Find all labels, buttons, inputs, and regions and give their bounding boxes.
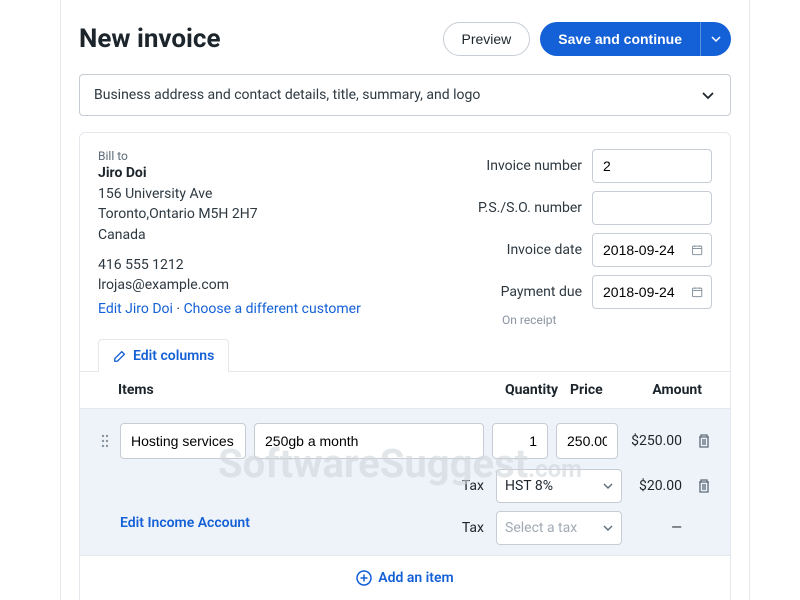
edit-columns-button[interactable]: Edit columns (98, 339, 229, 372)
th-quantity: Quantity (488, 382, 558, 398)
line-item-row: $250.00 (98, 423, 712, 459)
tax-label-2: Tax (98, 520, 488, 536)
calendar-icon (691, 243, 703, 257)
tax-select-2-placeholder: Select a tax (505, 520, 577, 536)
invoice-date-input[interactable] (592, 233, 712, 267)
page-title: New invoice (79, 24, 221, 54)
save-continue-button[interactable]: Save and continue (540, 22, 700, 56)
tax-label-1: Tax (98, 478, 488, 494)
payment-due-input[interactable] (592, 275, 712, 309)
chevron-down-icon (700, 87, 716, 103)
caret-down-icon (711, 34, 721, 44)
bill-to-name: Jiro Doi (98, 165, 372, 181)
expand-details-label: Business address and contact details, ti… (94, 87, 480, 103)
payment-due-label: Payment due (501, 284, 582, 300)
invoice-date-label: Invoice date (507, 242, 582, 258)
tax-select-1-value: HST 8% (505, 478, 553, 494)
drag-handle-icon[interactable] (98, 434, 112, 448)
bill-to-addr3: Canada (98, 225, 372, 245)
trash-icon[interactable] (696, 433, 712, 449)
add-item-button[interactable]: Add an item (80, 555, 730, 600)
item-price-input[interactable] (556, 423, 618, 459)
th-items: Items (98, 382, 488, 398)
payment-due-field[interactable] (603, 284, 691, 300)
save-dropdown-button[interactable] (700, 22, 731, 56)
on-receipt-hint: On receipt (502, 313, 712, 327)
plus-circle-icon (356, 570, 372, 586)
item-desc-input[interactable] (254, 423, 484, 459)
bill-to-label: Bill to (98, 149, 372, 163)
pso-number-input[interactable] (592, 191, 712, 225)
edit-customer-link[interactable]: Edit Jiro Doi (98, 301, 173, 317)
invoice-number-label: Invoice number (486, 158, 582, 174)
th-amount: Amount (620, 382, 712, 398)
pencil-icon (113, 349, 127, 363)
edit-columns-label: Edit columns (133, 348, 214, 364)
invoice-date-field[interactable] (603, 242, 691, 258)
pso-number-label: P.S./S.O. number (478, 200, 582, 216)
item-name-input[interactable] (120, 423, 246, 459)
tax-select-2[interactable]: Select a tax (496, 511, 622, 545)
invoice-number-input[interactable] (592, 149, 712, 183)
bill-to-phone: 416 555 1212 (98, 255, 372, 275)
item-amount: $250.00 (626, 433, 682, 449)
preview-button[interactable]: Preview (443, 22, 531, 56)
item-qty-input[interactable] (492, 423, 548, 459)
tax-2-amount: — (630, 520, 682, 536)
expand-details-bar[interactable]: Business address and contact details, ti… (79, 74, 731, 116)
caret-down-icon (603, 481, 613, 491)
bill-to-addr2: Toronto,Ontario M5H 2H7 (98, 204, 372, 224)
tax-select-1[interactable]: HST 8% (496, 469, 622, 503)
caret-down-icon (603, 523, 613, 533)
th-price: Price (558, 382, 620, 398)
add-item-label: Add an item (378, 570, 453, 586)
tax-1-amount: $20.00 (630, 478, 682, 494)
choose-customer-link[interactable]: Choose a different customer (184, 301, 361, 317)
trash-icon[interactable] (696, 478, 712, 494)
bill-to-email: lrojas@example.com (98, 275, 372, 295)
bill-to-addr1: 156 University Ave (98, 184, 372, 204)
calendar-icon (691, 285, 703, 299)
separator: · (173, 301, 184, 317)
